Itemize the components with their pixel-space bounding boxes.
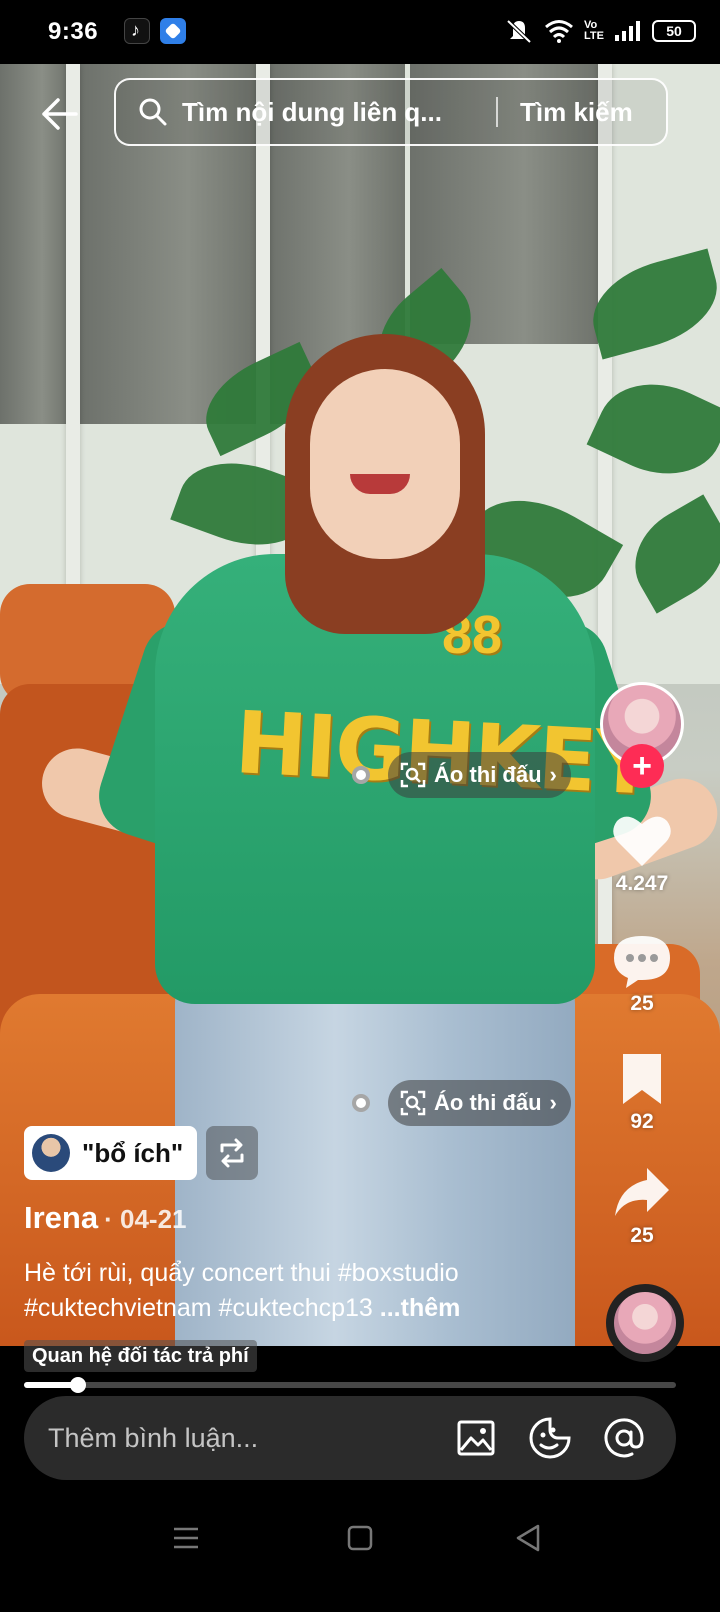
emoji-icon[interactable] bbox=[528, 1416, 572, 1460]
product-tag-pill[interactable]: Áo thi đấu › bbox=[388, 1080, 571, 1126]
share-count: 25 bbox=[630, 1224, 654, 1247]
like-count: 4.247 bbox=[615, 872, 669, 895]
comment-input[interactable]: Thêm bình luận... bbox=[48, 1423, 454, 1454]
product-tag[interactable]: Áo thi đấu › bbox=[352, 1080, 571, 1126]
back-icon[interactable] bbox=[508, 1518, 548, 1558]
share-icon bbox=[615, 1168, 669, 1216]
person-face bbox=[310, 369, 460, 559]
repost-button[interactable] bbox=[206, 1126, 258, 1180]
tiktok-icon bbox=[124, 18, 150, 44]
menu-icon[interactable] bbox=[166, 1518, 206, 1558]
bookmark-icon bbox=[623, 1054, 661, 1104]
product-tag-label: Áo thi đấu bbox=[434, 1090, 542, 1115]
progress-bar[interactable] bbox=[24, 1377, 676, 1393]
volte-icon: Vo LTE bbox=[584, 19, 604, 42]
signal-icon bbox=[615, 21, 640, 41]
wifi-icon bbox=[545, 20, 573, 43]
status-indicators: Vo LTE 50 bbox=[504, 16, 696, 46]
product-tag[interactable]: Áo thi đấu › bbox=[352, 752, 571, 798]
search-input[interactable]: Tìm nội dung liên q... bbox=[182, 97, 482, 128]
scan-icon bbox=[400, 762, 426, 788]
product-tag-label: Áo thi đấu bbox=[434, 762, 542, 787]
chevron-right-icon: › bbox=[549, 1090, 557, 1115]
blue-app-icon bbox=[160, 18, 186, 44]
home-icon[interactable] bbox=[340, 1518, 380, 1558]
mention-icon[interactable] bbox=[602, 1416, 646, 1460]
back-arrow-icon[interactable] bbox=[38, 92, 82, 136]
comment-button[interactable]: 25 bbox=[606, 934, 678, 1016]
more-link[interactable]: ...thêm bbox=[380, 1294, 461, 1322]
battery-indicator: 50 bbox=[652, 20, 696, 42]
search-icon bbox=[139, 98, 167, 126]
search-divider bbox=[496, 97, 498, 127]
share-button[interactable]: 25 bbox=[606, 1166, 678, 1248]
system-nav-bar bbox=[0, 1488, 720, 1612]
comment-count: 25 bbox=[630, 992, 654, 1015]
reply-comment-chip[interactable]: "bổ ích" bbox=[24, 1126, 198, 1180]
post-date: · 04-21 bbox=[104, 1204, 187, 1234]
status-time: 9:36 bbox=[48, 18, 99, 45]
music-disc[interactable] bbox=[606, 1284, 684, 1362]
author-name[interactable]: Irena bbox=[24, 1200, 98, 1235]
avatar bbox=[32, 1134, 70, 1172]
comment-icon bbox=[614, 936, 670, 988]
caption[interactable]: Hè tới rùi, quẩy concert thui #boxstudio… bbox=[24, 1256, 594, 1326]
follow-button[interactable]: + bbox=[620, 744, 664, 788]
save-button[interactable]: 92 bbox=[606, 1052, 678, 1134]
comment-input-bar[interactable]: Thêm bình luận... bbox=[24, 1396, 676, 1480]
search-bar[interactable]: Tìm nội dung liên q... Tìm kiếm bbox=[114, 78, 668, 146]
chevron-right-icon: › bbox=[549, 762, 557, 787]
tag-dot bbox=[352, 766, 370, 784]
repost-icon bbox=[220, 1138, 244, 1168]
reply-text: "bổ ích" bbox=[82, 1137, 184, 1168]
tag-dot bbox=[352, 1094, 370, 1112]
image-icon[interactable] bbox=[454, 1416, 498, 1460]
status-bar: 9:36 Vo LTE 50 bbox=[0, 0, 720, 64]
author-line: Irena · 04-21 bbox=[24, 1200, 187, 1236]
scan-icon bbox=[400, 1090, 426, 1116]
like-button[interactable]: 4.247 bbox=[606, 812, 678, 896]
paid-partnership-badge: Quan hệ đối tác trả phí bbox=[24, 1340, 257, 1372]
product-tag-pill[interactable]: Áo thi đấu › bbox=[388, 752, 571, 798]
progress-thumb[interactable] bbox=[70, 1377, 87, 1393]
mute-icon bbox=[506, 19, 532, 44]
save-count: 92 bbox=[630, 1110, 654, 1133]
heart-icon bbox=[613, 816, 671, 866]
search-button[interactable]: Tìm kiếm bbox=[520, 97, 633, 128]
